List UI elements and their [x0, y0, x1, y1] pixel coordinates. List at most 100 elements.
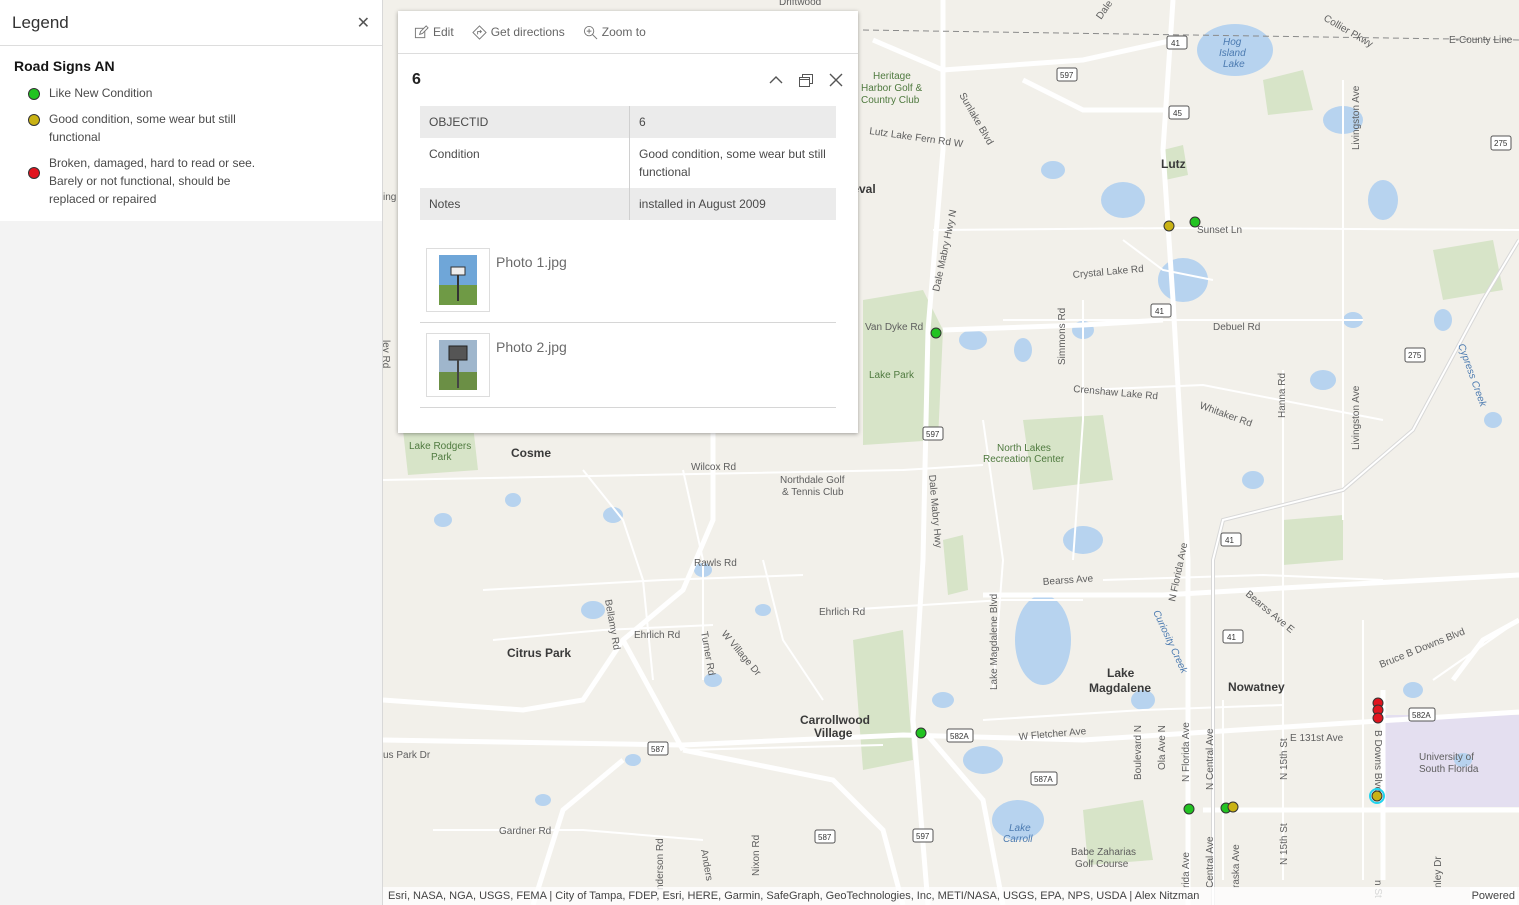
map-label: Livingston Ave: [1351, 85, 1362, 150]
map-attribution: Esri, NASA, NGA, USGS, FEMA | City of Ta…: [383, 887, 1519, 905]
popup-toolbar: Edit Get directions Zoom to: [398, 11, 858, 54]
map-label: Ehrlich Rd: [819, 607, 865, 618]
map-label: & Tennis Club: [782, 487, 844, 498]
map-label: N Central Ave: [1205, 728, 1216, 790]
map-label: Recreation Center: [983, 454, 1065, 465]
map-label: North Lakes: [997, 443, 1051, 454]
shield-label: 41: [1225, 536, 1234, 545]
popup-title: 6: [412, 71, 421, 88]
map-label: Sunset Ln: [1197, 225, 1242, 236]
attribute-value: installed in August 2009: [639, 197, 766, 211]
road-sign-point[interactable]: [1227, 801, 1239, 813]
map-label: Driftwood: [779, 0, 821, 8]
map-label: South Florida: [1419, 764, 1479, 775]
map-label: Lutz: [1161, 157, 1186, 171]
map-label: B Downs Blvd: [1372, 730, 1383, 792]
yellow-dot-icon: [28, 114, 40, 126]
attribute-table: OBJECTID 6 Condition Good condition, som…: [420, 106, 836, 220]
attachment-name[interactable]: Photo 1.jpg: [496, 254, 567, 270]
shield-label: 41: [1227, 633, 1236, 642]
attachment-name[interactable]: Photo 2.jpg: [496, 339, 567, 355]
app-root: Legend ✕ Road Signs AN Like New Conditio…: [0, 0, 1519, 905]
map-label: Gardner Rd: [499, 826, 551, 837]
map-label: Lake: [1107, 666, 1135, 680]
popup-header: 6: [398, 54, 858, 106]
road-sign-point[interactable]: [1163, 220, 1175, 232]
attribute-value: Good condition, some wear but still func…: [639, 147, 826, 179]
map-label: Hanna Rd: [1277, 373, 1288, 418]
get-directions-button[interactable]: Get directions: [471, 24, 565, 40]
map-label: Nowatney: [1228, 680, 1285, 694]
road-sign-point[interactable]: [915, 727, 927, 739]
close-legend-icon[interactable]: ✕: [357, 13, 370, 33]
edit-label: Edit: [433, 25, 454, 39]
map-label: Hog: [1223, 37, 1242, 48]
shield-label: 597: [926, 430, 940, 439]
popup-header-actions: [768, 72, 844, 88]
map-label: Heritage: [873, 71, 911, 82]
shield-label: 587: [651, 745, 665, 754]
feature-popup: Edit Get directions Zoom to 6 OBJECTID 6: [398, 11, 858, 433]
dock-icon: [799, 74, 813, 87]
attribute-key: Notes: [420, 188, 630, 220]
shield-label: 582A: [1412, 711, 1431, 720]
zoom-label: Zoom to: [601, 25, 646, 39]
selected-road-sign-point[interactable]: [1371, 790, 1383, 802]
map-label: rida Ave: [1181, 852, 1192, 888]
collapse-button[interactable]: [768, 72, 784, 88]
close-popup-button[interactable]: [828, 72, 844, 88]
map-label: Nixon Rd: [751, 835, 762, 876]
road-sign-point[interactable]: [1183, 803, 1195, 815]
map-label: Country Club: [861, 95, 920, 106]
shield-label: 587: [818, 833, 832, 842]
road-sign-point[interactable]: [930, 327, 942, 339]
edit-button[interactable]: Edit: [414, 24, 454, 40]
table-row: Notes installed in August 2009: [420, 188, 836, 220]
layer-title: Road Signs AN: [14, 58, 115, 74]
zoom-to-button[interactable]: Zoom to: [583, 25, 646, 40]
attribute-value: 6: [639, 115, 646, 129]
attachment-thumbnail[interactable]: [426, 248, 490, 312]
legend-item-label: Like New Condition: [49, 86, 153, 100]
legend-body: Road Signs AN Like New Condition Good co…: [0, 46, 382, 221]
legend-item-good: Good condition, some wear but still func…: [14, 110, 368, 146]
map-label: Island: [1219, 48, 1246, 59]
map-label: nley Dr: [1433, 856, 1444, 888]
zoom-icon: [583, 25, 598, 39]
attachment-item[interactable]: Photo 2.jpg: [420, 323, 836, 408]
edit-icon: [414, 24, 429, 38]
dock-button[interactable]: [798, 72, 814, 88]
map-label: Lake Magdalene Blvd: [989, 594, 1000, 690]
map-label: Babe Zaharias: [1071, 847, 1136, 858]
attribute-key: Condition: [420, 138, 630, 188]
directions-label: Get directions: [490, 25, 565, 39]
map-label: ing: [383, 192, 396, 203]
legend-item-broken: Broken, damaged, hard to read or see. Ba…: [14, 154, 368, 208]
shield-label: 41: [1171, 39, 1180, 48]
attachment-thumbnail[interactable]: [426, 333, 490, 397]
table-row: OBJECTID 6: [420, 106, 836, 138]
red-dot-icon: [28, 167, 40, 179]
photo-thumbnail-icon: [439, 340, 477, 390]
road-sign-point[interactable]: [1372, 712, 1384, 724]
table-row: Condition Good condition, some wear but …: [420, 138, 836, 188]
map-label: Northdale Golf: [780, 475, 845, 486]
map-label: Golf Course: [1075, 859, 1129, 870]
chevron-up-icon: [769, 76, 783, 84]
legend-item-like-new: Like New Condition: [14, 84, 368, 102]
map-label: ley Rd: [383, 340, 391, 368]
powered-by[interactable]: Powered: [1469, 887, 1517, 905]
legend-panel: Legend ✕ Road Signs AN Like New Conditio…: [0, 0, 383, 905]
road-sign-point[interactable]: [1189, 216, 1201, 228]
shield-label: 45: [1173, 109, 1182, 118]
green-dot-icon: [28, 88, 40, 100]
attachment-item[interactable]: Photo 1.jpg: [420, 238, 836, 323]
shield-label: 597: [916, 832, 930, 841]
shield-label: 582A: [950, 732, 969, 741]
map-label: Simmons Rd: [1057, 308, 1068, 365]
map-label: E 131st Ave: [1290, 733, 1344, 744]
map-label: Cosme: [511, 446, 551, 460]
map-label: raska Ave: [1231, 844, 1242, 888]
legend-title: Legend: [12, 12, 69, 32]
shield-label: 597: [1060, 71, 1074, 80]
